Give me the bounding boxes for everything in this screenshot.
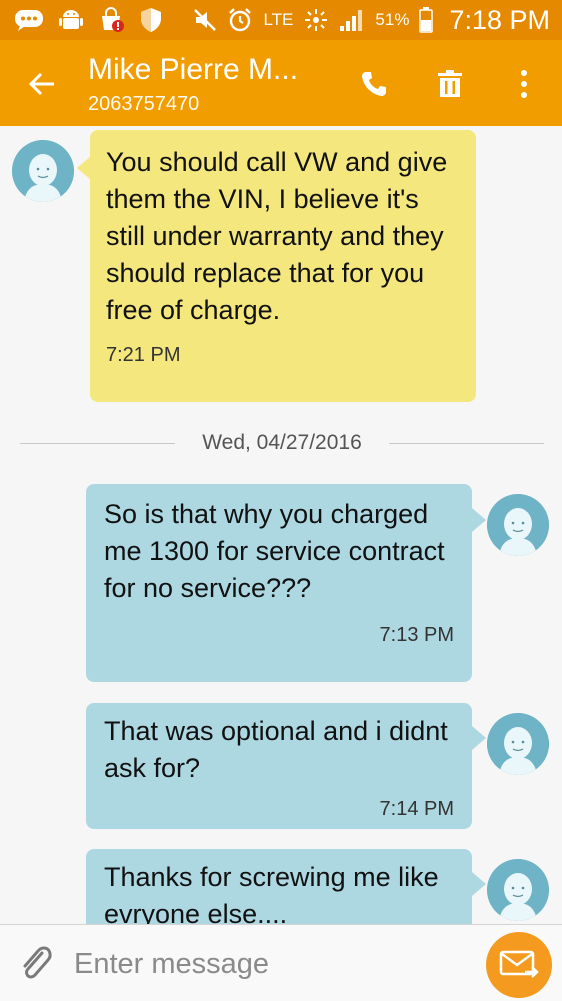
message-composer (0, 924, 562, 1001)
bubble-tail (77, 156, 91, 180)
lte-data-icon (303, 7, 329, 33)
contact-name: Mike Pierre M... (88, 53, 299, 86)
message-input[interactable] (72, 941, 466, 987)
message-bubble-incoming[interactable]: You should call VW and give them the VIN… (90, 130, 476, 402)
status-bar: LTE 51% 7:18 PM (0, 0, 562, 40)
app-bar: Mike Pierre M... 2063757470 (0, 40, 562, 126)
call-button[interactable] (350, 60, 398, 108)
default-avatar-icon (487, 494, 549, 556)
avatar[interactable] (12, 140, 74, 202)
network-type-label: LTE (263, 10, 294, 29)
message-text: Thanks for screwing me like evryone else… (104, 862, 439, 924)
divider-line (389, 443, 544, 444)
send-mail-icon (499, 950, 539, 978)
avatar[interactable] (487, 713, 549, 775)
conversation-list[interactable]: You should call VW and give them the VIN… (0, 126, 562, 924)
back-arrow-icon (28, 72, 54, 96)
message-bubble-outgoing[interactable]: Thanks for screwing me like evryone else… (86, 849, 472, 924)
trash-icon (438, 70, 462, 97)
message-bubble-outgoing[interactable]: So is that why you charged me 1300 for s… (86, 484, 472, 682)
bubble-tail (472, 726, 486, 750)
phone-icon (362, 72, 386, 96)
bubble-tail (472, 508, 486, 532)
shield-icon (140, 7, 162, 33)
battery-icon (419, 7, 434, 33)
message-text: So is that why you charged me 1300 for s… (104, 499, 445, 603)
send-button[interactable] (486, 932, 552, 998)
attach-button[interactable] (14, 941, 58, 985)
message-time: 7:13 PM (379, 624, 454, 646)
contact-phone: 2063757470 (88, 93, 200, 115)
message-text: That was optional and i didnt ask for? (104, 716, 448, 783)
default-avatar-icon (12, 140, 74, 202)
bubble-tail (472, 872, 486, 896)
date-divider: Wed, 04/27/2016 (20, 431, 544, 455)
android-debug-icon (58, 7, 84, 33)
delete-button[interactable] (426, 60, 474, 108)
message-time: 7:21 PM (106, 344, 181, 366)
avatar[interactable] (487, 859, 549, 921)
avatar[interactable] (487, 494, 549, 556)
default-avatar-icon (487, 859, 549, 921)
mute-icon (193, 8, 217, 32)
shopping-bag-icon (98, 6, 126, 34)
message-time: 7:14 PM (379, 798, 454, 820)
status-time: 7:18 PM (449, 4, 550, 35)
default-avatar-icon (487, 713, 549, 775)
message-bubble-outgoing[interactable]: That was optional and i didnt ask for? 7… (86, 703, 472, 829)
message-text: You should call VW and give them the VIN… (106, 147, 448, 325)
battery-percent: 51% (375, 10, 410, 29)
alarm-icon (227, 7, 253, 33)
back-button[interactable] (18, 60, 66, 108)
signal-icon (339, 8, 365, 32)
paperclip-icon (23, 946, 52, 979)
more-vertical-icon (521, 70, 527, 98)
more-options-button[interactable] (500, 60, 548, 108)
chat-notification-icon (14, 8, 44, 32)
